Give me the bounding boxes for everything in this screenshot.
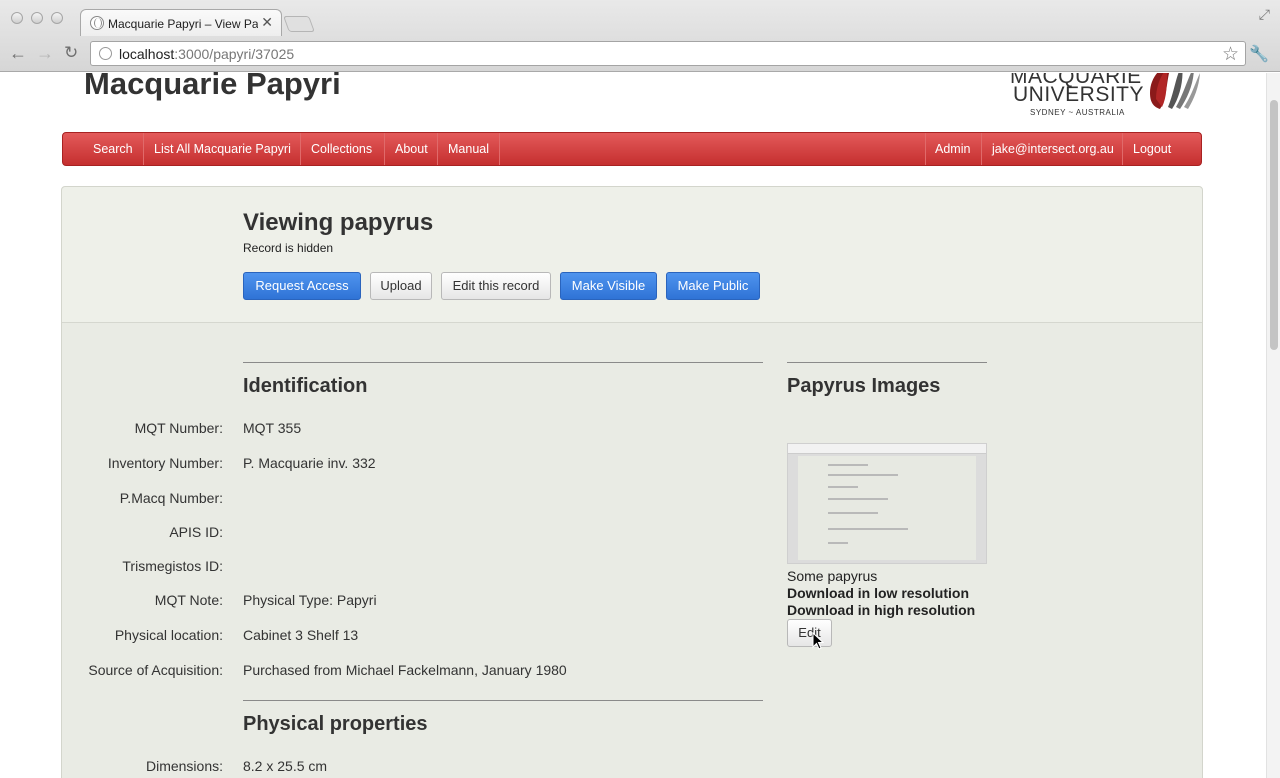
wrench-icon[interactable]: 🔧 <box>1249 44 1269 64</box>
lighthouse-logo-icon <box>1150 73 1200 109</box>
url-path: :3000/papyri/37025 <box>174 46 295 62</box>
browser-chrome: Macquarie Papyri – View Papyrus ✕ ⤢ ← → … <box>0 0 1280 72</box>
nav-search[interactable]: Search <box>83 133 143 165</box>
mqt-note-label: MQT Note: <box>154 592 223 608</box>
thumbnail-line <box>828 464 868 466</box>
pmacq-number-label: P.Macq Number: <box>119 490 223 506</box>
section-divider <box>243 362 763 363</box>
zoom-window-icon[interactable] <box>51 12 63 24</box>
scrollbar-thumb[interactable] <box>1270 100 1278 350</box>
mqt-number-value: MQT 355 <box>243 420 302 436</box>
nav-divider <box>499 133 500 165</box>
nav-logout[interactable]: Logout <box>1123 133 1181 165</box>
new-tab-button[interactable] <box>283 16 315 32</box>
bookmark-star-icon[interactable]: ☆ <box>1222 43 1239 66</box>
download-low-resolution-link[interactable]: Download in low resolution <box>787 585 969 601</box>
university-logo[interactable]: MACQUARIE UNIVERSITY SYDNEY ~ AUSTRALIA <box>1006 73 1206 121</box>
page-icon <box>99 47 112 60</box>
nav-about[interactable]: About <box>385 133 438 165</box>
inventory-number-value: P. Macquarie inv. 332 <box>243 455 376 471</box>
site-title: Macquarie Papyri <box>84 66 341 101</box>
edit-record-button[interactable]: Edit this record <box>441 272 551 300</box>
tab-title: Macquarie Papyri – View Papyrus <box>108 17 258 31</box>
physical-location-value: Cabinet 3 Shelf 13 <box>243 627 359 643</box>
nav-user-email[interactable]: jake@intersect.org.au <box>982 133 1124 165</box>
download-high-resolution-link[interactable]: Download in high resolution <box>787 602 975 618</box>
papyrus-image-thumbnail[interactable] <box>787 443 987 564</box>
mqt-number-label: MQT Number: <box>134 420 223 436</box>
url-text: localhost:3000/papyri/37025 <box>119 46 294 62</box>
nav-admin[interactable]: Admin <box>925 133 980 165</box>
nav-list-all-papyri[interactable]: List All Macquarie Papyri <box>144 133 301 165</box>
logo-text-bottom: SYDNEY ~ AUSTRALIA <box>1030 108 1125 117</box>
thumbnail-page <box>798 456 976 560</box>
section-divider <box>243 700 763 701</box>
mqt-note-value: Physical Type: Papyri <box>243 592 377 608</box>
section-divider <box>787 362 987 363</box>
main-navbar: Search List All Macquarie Papyri Collect… <box>62 132 1202 166</box>
forward-icon[interactable]: → <box>36 44 54 62</box>
scrollbar[interactable] <box>1266 73 1280 778</box>
panel-header <box>62 187 1202 323</box>
make-public-button[interactable]: Make Public <box>666 272 760 300</box>
fullscreen-icon[interactable]: ⤢ <box>1259 6 1270 23</box>
thumbnail-line <box>828 498 888 500</box>
browser-tab[interactable]: Macquarie Papyri – View Papyrus ✕ <box>80 9 282 36</box>
thumbnail-line <box>828 474 898 476</box>
source-of-acquisition-label: Source of Acquisition: <box>88 662 223 678</box>
dimensions-label: Dimensions: <box>145 758 223 774</box>
reload-icon[interactable]: ↻ <box>64 44 78 62</box>
nav-manual[interactable]: Manual <box>438 133 499 165</box>
thumbnail-toolbar <box>788 444 986 454</box>
trismegistos-id-label: Trismegistos ID: <box>122 558 223 574</box>
close-tab-icon[interactable]: ✕ <box>261 14 273 31</box>
image-caption: Some papyrus <box>787 568 878 584</box>
thumbnail-line <box>828 512 878 514</box>
minimize-window-icon[interactable] <box>31 12 43 24</box>
request-access-button[interactable]: Request Access <box>243 272 361 300</box>
mouse-cursor-icon <box>812 632 824 650</box>
physical-location-label: Physical location: <box>114 627 223 643</box>
papyrus-images-heading: Papyrus Images <box>787 375 941 397</box>
upload-button[interactable]: Upload <box>370 272 432 300</box>
edit-image-button[interactable]: Edit <box>787 619 832 647</box>
globe-icon <box>90 16 104 30</box>
identification-heading: Identification <box>243 375 368 397</box>
url-host: localhost <box>119 46 175 62</box>
dimensions-value: 8.2 x 25.5 cm <box>243 758 328 774</box>
physical-properties-heading: Physical properties <box>243 713 428 735</box>
address-bar[interactable]: localhost:3000/papyri/37025 ☆ <box>90 41 1246 66</box>
nav-collections[interactable]: Collections <box>301 133 382 165</box>
logo-text-middle: UNIVERSITY <box>1013 83 1145 106</box>
make-visible-button[interactable]: Make Visible <box>560 272 657 300</box>
inventory-number-label: Inventory Number: <box>107 455 223 471</box>
apis-id-label: APIS ID: <box>169 524 223 540</box>
thumbnail-line <box>828 528 908 530</box>
back-icon[interactable]: ← <box>9 44 27 62</box>
close-window-icon[interactable] <box>11 12 23 24</box>
thumbnail-line <box>828 542 848 544</box>
record-status: Record is hidden <box>243 241 334 255</box>
page-title: Viewing papyrus <box>243 209 434 236</box>
source-of-acquisition-value: Purchased from Michael Fackelmann, Janua… <box>243 662 567 678</box>
thumbnail-line <box>828 486 858 488</box>
